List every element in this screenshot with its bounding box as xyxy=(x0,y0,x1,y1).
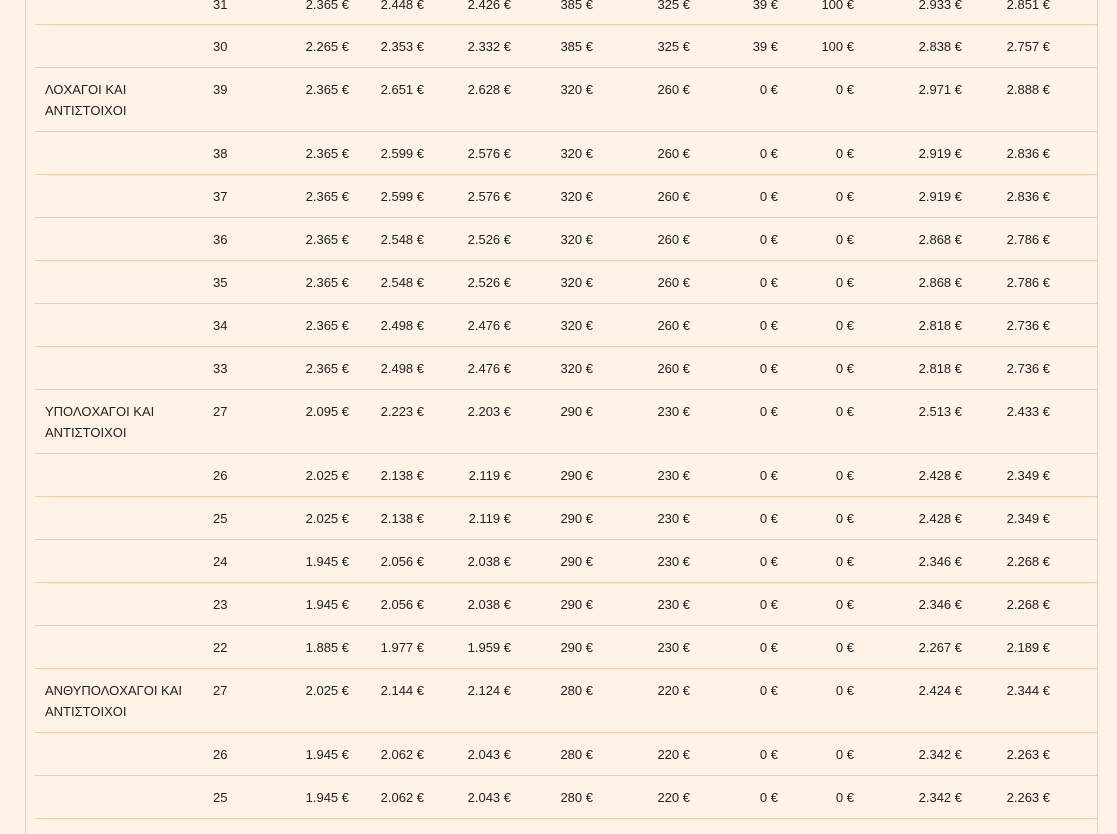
amount-cell: 2.189 € xyxy=(1006,640,1050,655)
table-row: 26 2.025 €2.138 €2.119 €290 €230 €0 €0 €2… xyxy=(35,454,1097,497)
amount-cell: 320 € xyxy=(560,318,593,333)
table-row: 35 2.365 €2.548 €2.526 €320 €260 €0 €0 €2… xyxy=(35,261,1097,304)
amount-cell: 0 € xyxy=(835,683,854,698)
amount-cell: 2.349 € xyxy=(1006,468,1050,483)
amount-cell: 280 € xyxy=(560,790,593,805)
rank-cell: ΥΠΟΛΟΧΑΓΟΙ ΚΑΙ ΑΝΤΙΣΤΟΙΧΟΙ xyxy=(45,404,155,440)
amount-cell: 2.836 € xyxy=(1006,189,1050,204)
mk-cell: 38 xyxy=(213,146,228,161)
amount-cell: 0 € xyxy=(835,146,854,161)
amount-cell: 2.851 € xyxy=(1006,0,1050,12)
mk-cell: 25 xyxy=(213,511,228,526)
amount-cell: 280 € xyxy=(560,683,593,698)
amount-cell: 2.736 € xyxy=(1006,361,1050,376)
salary-table: 31 2.365 €2.448 €2.426 €385 €325 €39 €100… xyxy=(35,0,1097,819)
table-left-border xyxy=(25,0,26,834)
amount-cell: 0 € xyxy=(835,404,854,419)
mk-cell: 22 xyxy=(213,640,228,655)
amount-cell: 2.786 € xyxy=(1006,232,1050,247)
mk-cell: 24 xyxy=(213,554,228,569)
amount-cell: 2.268 € xyxy=(1006,597,1050,612)
amount-cell: 2.786 € xyxy=(1006,275,1050,290)
amount-cell: 2.268 € xyxy=(1006,554,1050,569)
amount-cell: 0 € xyxy=(835,597,854,612)
amount-cell: 320 € xyxy=(560,232,593,247)
amount-cell: 320 € xyxy=(560,275,593,290)
amount-cell: 280 € xyxy=(560,747,593,762)
amount-cell: 2.349 € xyxy=(1006,511,1050,526)
amount-cell: 0 € xyxy=(835,747,854,762)
amount-cell: 290 € xyxy=(560,468,593,483)
amount-cell: 0 € xyxy=(835,554,854,569)
mk-cell: 35 xyxy=(213,275,228,290)
amount-cell: 290 € xyxy=(560,511,593,526)
amount-cell: 290 € xyxy=(560,404,593,419)
amount-cell: 0 € xyxy=(835,468,854,483)
amount-cell: 320 € xyxy=(560,82,593,97)
amount-cell: 0 € xyxy=(835,361,854,376)
amount-cell: 2.736 € xyxy=(1006,318,1050,333)
table-row: ΛΟΧΑΓΟΙ ΚΑΙ ΑΝΤΙΣΤΟΙΧΟΙ 39 2.365 €2.651 €2… xyxy=(35,68,1097,132)
amount-cell: 0 € xyxy=(835,318,854,333)
mk-cell: 39 xyxy=(213,82,228,97)
mk-cell: 31 xyxy=(213,0,228,12)
mk-cell: 37 xyxy=(213,189,228,204)
mk-cell: 30 xyxy=(213,39,228,54)
mk-cell: 36 xyxy=(213,232,228,247)
table-row: 26 1.945 €2.062 €2.043 €280 €220 €0 €0 €2… xyxy=(35,733,1097,776)
amount-cell: 2.263 € xyxy=(1006,790,1050,805)
amount-cell: 320 € xyxy=(560,146,593,161)
mk-cell: 26 xyxy=(213,468,228,483)
amount-cell: 290 € xyxy=(560,554,593,569)
table-row: 38 2.365 €2.599 €2.576 €320 €260 €0 €0 €2… xyxy=(35,132,1097,175)
amount-cell: 2.888 € xyxy=(1006,82,1050,97)
table-row: 37 2.365 €2.599 €2.576 €320 €260 €0 €0 €2… xyxy=(35,175,1097,218)
table-row: 36 2.365 €2.548 €2.526 €320 €260 €0 €0 €2… xyxy=(35,218,1097,261)
amount-cell: 0 € xyxy=(835,275,854,290)
table-row: 22 1.885 €1.977 €1.959 €290 €230 €0 €0 €2… xyxy=(35,626,1097,669)
mk-cell: 34 xyxy=(213,318,228,333)
table-right-border xyxy=(1097,0,1098,834)
amount-cell: 320 € xyxy=(560,189,593,204)
mk-cell: 33 xyxy=(213,361,228,376)
mk-cell: 25 xyxy=(213,790,228,805)
amount-cell: 2.344 € xyxy=(1006,683,1050,698)
amount-cell: 0 € xyxy=(835,189,854,204)
table-row: 25 2.025 €2.138 €2.119 €290 €230 €0 €0 €2… xyxy=(35,497,1097,540)
table-row: ΥΠΟΛΟΧΑΓΟΙ ΚΑΙ ΑΝΤΙΣΤΟΙΧΟΙ 27 2.095 €2.223… xyxy=(35,390,1097,454)
amount-cell: 100 € xyxy=(821,0,854,12)
amount-cell: 0 € xyxy=(835,511,854,526)
mk-cell: 26 xyxy=(213,747,228,762)
amount-cell: 100 € xyxy=(821,39,854,54)
amount-cell: 320 € xyxy=(560,361,593,376)
amount-cell: 2.836 € xyxy=(1006,146,1050,161)
table-row: 33 2.365 €2.498 €2.476 €320 €260 €0 €0 €2… xyxy=(35,347,1097,390)
amount-cell: 0 € xyxy=(835,640,854,655)
rank-cell: ΑΝΘΥΠΟΛΟΧΑΓΟΙ ΚΑΙ ΑΝΤΙΣΤΟΙΧΟΙ xyxy=(45,683,183,719)
amount-cell: 290 € xyxy=(560,640,593,655)
amount-cell: 2.263 € xyxy=(1006,747,1050,762)
table-row: ΑΝΘΥΠΟΛΟΧΑΓΟΙ ΚΑΙ ΑΝΤΙΣΤΟΙΧΟΙ 27 2.025 €2.… xyxy=(35,669,1097,733)
table-row: 25 1.945 €2.062 €2.043 €280 €220 €0 €0 €2… xyxy=(35,776,1097,819)
amount-cell: 2.757 € xyxy=(1006,39,1050,54)
amount-cell: 0 € xyxy=(835,82,854,97)
mk-cell: 27 xyxy=(213,683,228,698)
mk-cell: 23 xyxy=(213,597,228,612)
mk-cell: 27 xyxy=(213,404,228,419)
amount-cell: 385 € xyxy=(560,39,593,54)
amount-cell: 2.433 € xyxy=(1006,404,1050,419)
amount-cell: 0 € xyxy=(835,232,854,247)
table-row: 31 2.365 €2.448 €2.426 €385 €325 €39 €100… xyxy=(35,0,1097,25)
amount-cell: 290 € xyxy=(560,597,593,612)
amount-cell: 0 € xyxy=(835,790,854,805)
amount-cell: 385 € xyxy=(560,0,593,12)
table-row: 24 1.945 €2.056 €2.038 €290 €230 €0 €0 €2… xyxy=(35,540,1097,583)
table-row: 30 2.265 €2.353 €2.332 €385 €325 €39 €100… xyxy=(35,25,1097,68)
table-row: 34 2.365 €2.498 €2.476 €320 €260 €0 €0 €2… xyxy=(35,304,1097,347)
table-row: 23 1.945 €2.056 €2.038 €290 €230 €0 €0 €2… xyxy=(35,583,1097,626)
rank-cell: ΛΟΧΑΓΟΙ ΚΑΙ ΑΝΤΙΣΤΟΙΧΟΙ xyxy=(45,82,127,118)
